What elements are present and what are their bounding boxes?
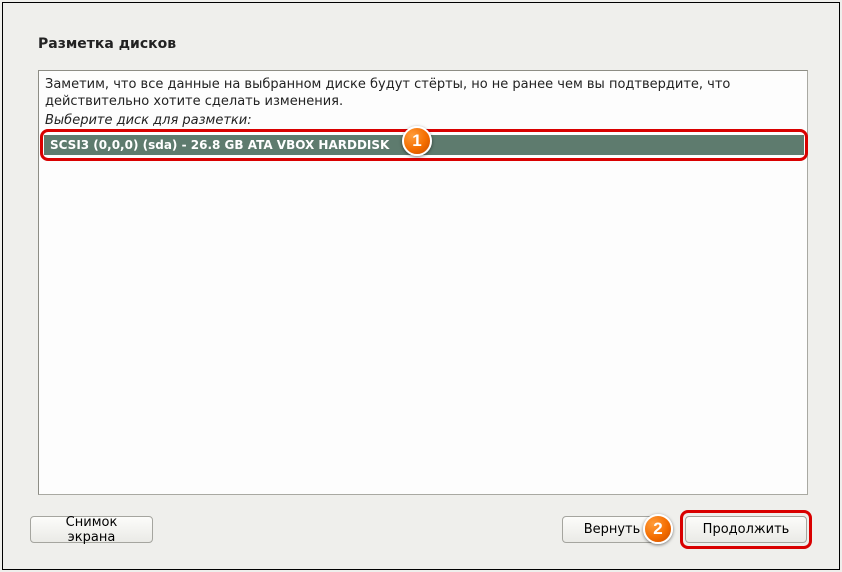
continue-button[interactable]: Продолжить <box>685 516 807 543</box>
annotation-badge-2: 2 <box>643 514 673 544</box>
warning-text: Заметим, что все данные на выбранном дис… <box>45 77 801 111</box>
screenshot-button[interactable]: Снимок экрана <box>30 516 153 543</box>
prompt-text: Выберите диск для разметки: <box>45 113 252 128</box>
annotation-badge-1: 1 <box>402 126 432 156</box>
page-title: Разметка дисков <box>38 36 176 52</box>
